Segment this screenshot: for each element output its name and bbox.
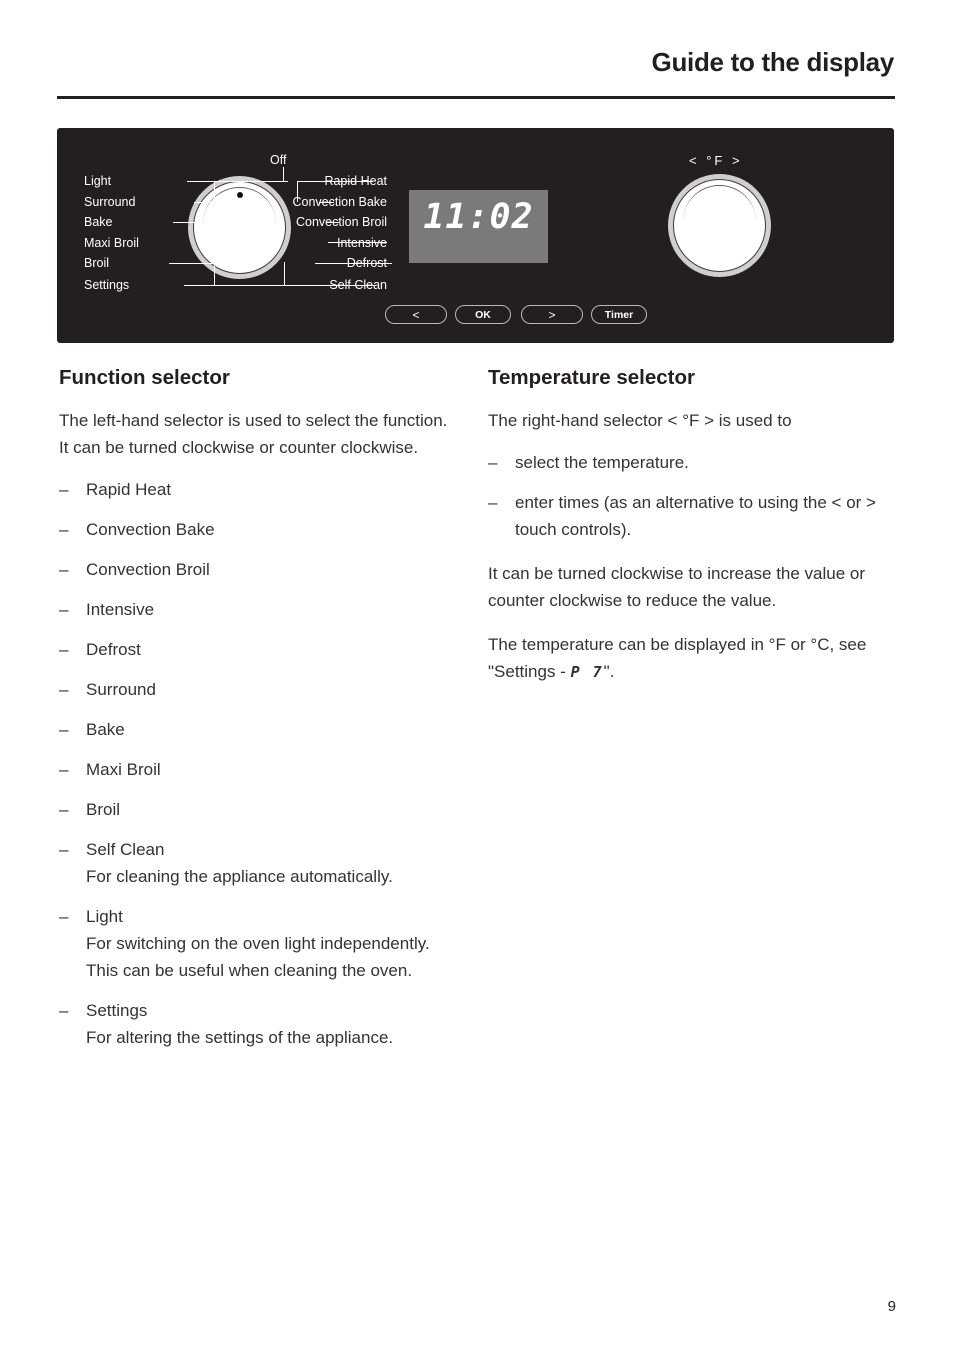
- page-number: 9: [887, 1298, 896, 1315]
- list-item-label: Self Clean: [86, 840, 165, 859]
- dial-label-surround: Surround: [84, 195, 136, 209]
- list-item-detail: For cleaning the appliance automatically…: [86, 867, 393, 886]
- list-item: – Light For switching on the oven light …: [59, 903, 457, 984]
- list-item-label: Light: [86, 907, 123, 926]
- display-time-value: 11:02: [423, 197, 534, 237]
- list-item: – Intensive: [59, 596, 457, 623]
- list-item-label: Intensive: [86, 600, 155, 619]
- list-item: – Broil: [59, 796, 457, 823]
- function-list: – Rapid Heat – Convection Bake – Convect…: [59, 476, 457, 1051]
- list-item-detail: For altering the settings of the applian…: [86, 1028, 394, 1047]
- list-item: – Convection Broil: [59, 556, 457, 583]
- list-dash: –: [59, 1001, 69, 1020]
- list-item-label: Convection Broil: [86, 560, 210, 579]
- list-item: – Bake: [59, 716, 457, 743]
- dial-label-rapid-heat: Rapid Heat: [324, 174, 387, 188]
- function-selector-heading: Function selector: [59, 366, 230, 389]
- list-dash: –: [59, 800, 69, 819]
- list-dash: –: [488, 493, 498, 512]
- knob-arc: [683, 185, 756, 221]
- list-item-label: Maxi Broil: [86, 760, 161, 779]
- touch-button-ok[interactable]: OK: [455, 305, 511, 324]
- dial-label-broil: Broil: [84, 256, 110, 270]
- leader-line-settings-v: [214, 262, 215, 285]
- oven-display: 11:02: [409, 190, 548, 263]
- list-dash: –: [59, 840, 69, 859]
- touch-button-left-arrow[interactable]: <: [385, 305, 447, 324]
- list-dash: –: [488, 453, 498, 472]
- list-item-label: enter times (as an alternative to using …: [515, 493, 876, 539]
- list-dash: –: [59, 560, 69, 579]
- dial-label-defrost: Defrost: [346, 256, 387, 270]
- list-dash: –: [59, 480, 69, 499]
- list-item-label: Convection Bake: [86, 520, 215, 539]
- list-item: – Convection Bake: [59, 516, 457, 543]
- dial-label-convection-bake: Convection Bake: [292, 195, 387, 209]
- list-item: – Settings For altering the settings of …: [59, 997, 457, 1051]
- list-item: – Defrost: [59, 636, 457, 663]
- leader-line-surround: [194, 202, 246, 203]
- leader-line-broil: [169, 263, 245, 264]
- control-panel-illustration: Light Surround Bake Maxi Broil Broil Set…: [57, 128, 894, 343]
- temperature-selector-heading: Temperature selector: [488, 366, 695, 389]
- units-text-a: The temperature can be displayed in °F o…: [488, 635, 867, 681]
- list-item: – Self Clean For cleaning the appliance …: [59, 836, 457, 890]
- function-selector-section: Function selector The left-hand selector…: [59, 366, 457, 1064]
- list-item-label: Settings: [86, 1001, 148, 1020]
- intro-text-b: is used to: [714, 411, 792, 430]
- temperature-usage-list: – select the temperature. – enter times …: [488, 449, 896, 543]
- list-item-label: Defrost: [86, 640, 141, 659]
- leader-line-maxibroil: [197, 242, 236, 243]
- list-item: – enter times (as an alternative to usin…: [488, 489, 896, 543]
- list-item: – Surround: [59, 676, 457, 703]
- list-dash: –: [59, 640, 69, 659]
- page-title: Guide to the display: [651, 47, 895, 77]
- list-item: – Rapid Heat: [59, 476, 457, 503]
- dial-label-light: Light: [84, 174, 112, 188]
- dial-label-off: Off: [270, 153, 287, 167]
- page-header: Guide to the display: [57, 47, 895, 77]
- intro-text-a: The right-hand selector: [488, 411, 668, 430]
- list-item-label: select the temperature.: [515, 453, 689, 472]
- dial-label-settings: Settings: [84, 278, 130, 292]
- list-item-label: Rapid Heat: [86, 480, 172, 499]
- list-dash: –: [59, 907, 69, 926]
- list-dash: –: [59, 600, 69, 619]
- leader-line-bake: [173, 222, 235, 223]
- list-dash: –: [59, 760, 69, 779]
- dial-label-self-clean: Self Clean: [329, 278, 387, 292]
- touch-button-timer[interactable]: Timer: [591, 305, 647, 324]
- list-dash: –: [59, 520, 69, 539]
- list-item: – Maxi Broil: [59, 756, 457, 783]
- temperature-selector-caption: < °F >: [689, 153, 743, 168]
- temperature-selector-section: Temperature selector The right-hand sele…: [488, 366, 896, 703]
- temperature-turn-paragraph: It can be turned clockwise to increase t…: [488, 564, 866, 610]
- list-item-label: Bake: [86, 720, 125, 739]
- header-divider: [57, 96, 895, 99]
- list-item-label: Surround: [86, 680, 156, 699]
- dial-label-convection-broil: Convection Broil: [295, 215, 387, 229]
- dial-label-intensive: Intensive: [336, 236, 387, 250]
- temperature-selector-knob[interactable]: [668, 174, 771, 277]
- dial-label-maxi-broil: Maxi Broil: [84, 236, 139, 250]
- temperature-units-paragraph: The temperature can be displayed in °F o…: [488, 631, 896, 686]
- list-dash: –: [59, 720, 69, 739]
- list-item-detail: For switching on the oven light independ…: [86, 934, 430, 980]
- dial-label-bake: Bake: [84, 215, 113, 229]
- leader-line-light-v: [214, 181, 215, 202]
- touch-button-right-arrow[interactable]: >: [521, 305, 583, 324]
- settings-code-display: P 7: [570, 663, 604, 681]
- temperature-selector-intro: The right-hand selector < °F > is used t…: [488, 407, 896, 434]
- temperature-unit-symbol: < °F >: [667, 411, 715, 430]
- function-selector-intro: The left-hand selector is used to select…: [59, 411, 448, 457]
- units-text-b: ".: [603, 662, 615, 681]
- knob-face: [673, 179, 766, 272]
- list-item: – select the temperature.: [488, 449, 896, 476]
- list-dash: –: [59, 680, 69, 699]
- knob-position-indicator: [236, 192, 243, 198]
- list-item-label: Broil: [86, 800, 121, 819]
